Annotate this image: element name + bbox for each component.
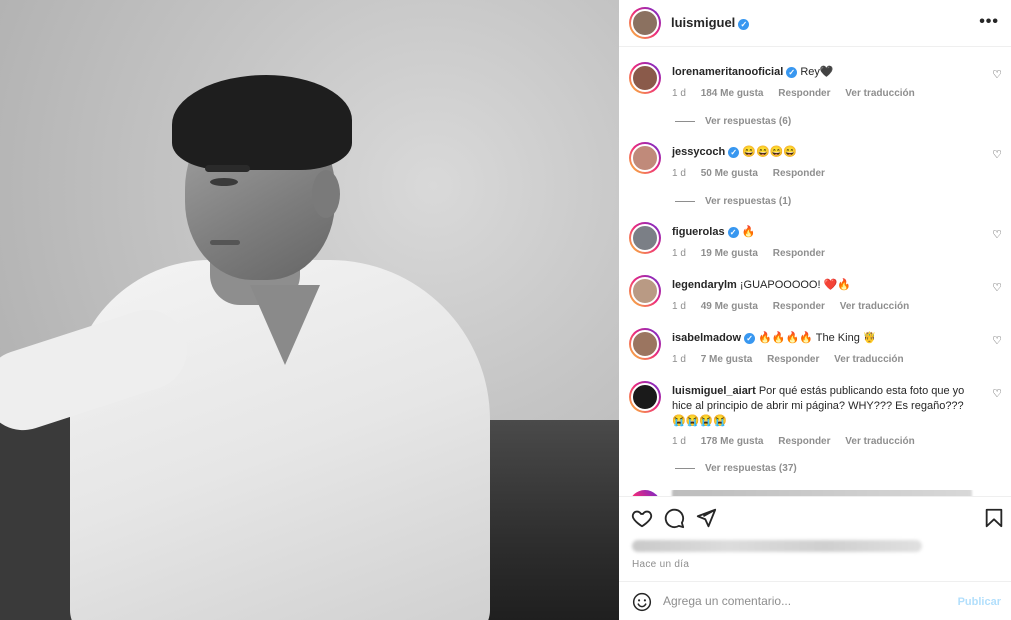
author-username[interactable]: luismiguel ✓ xyxy=(671,15,750,30)
post-header: luismiguel ✓ ••• xyxy=(619,0,1011,47)
photo-collar xyxy=(250,285,320,365)
bookmark-icon[interactable] xyxy=(983,507,1005,529)
comment-likes[interactable]: 184 Me gusta xyxy=(701,88,764,99)
post-photo[interactable] xyxy=(0,0,619,620)
likes-summary-blurred xyxy=(632,540,922,556)
comment-avatar[interactable] xyxy=(629,328,661,360)
comment-like-heart-icon[interactable]: ♡ xyxy=(992,334,1002,347)
reply-button[interactable]: Responder xyxy=(778,436,830,447)
post-action-bar xyxy=(619,496,1011,536)
heart-icon[interactable] xyxy=(631,507,653,529)
translate-button[interactable]: Ver traducción xyxy=(840,301,909,312)
comment-likes[interactable]: 19 Me gusta xyxy=(701,248,758,259)
more-horizontal-icon[interactable]: ••• xyxy=(979,13,999,31)
comment-likes[interactable]: 49 Me gusta xyxy=(701,301,758,312)
comment-avatar[interactable] xyxy=(629,62,661,94)
comment-like-heart-icon[interactable]: ♡ xyxy=(992,68,1002,81)
publish-button[interactable]: Publicar xyxy=(958,596,1001,608)
view-replies-button[interactable]: Ver respuestas (6) xyxy=(675,116,791,127)
comment-username[interactable]: luismiguel_aiart xyxy=(672,385,756,397)
comment-avatar[interactable] xyxy=(629,275,661,307)
reply-button[interactable]: Responder xyxy=(778,88,830,99)
post-side-panel: luismiguel ✓ ••• lorenameritanooficial ✓ R… xyxy=(619,0,1011,620)
comments-list[interactable]: lorenameritanooficial ✓ Rey🖤 1 d 184 Me g… xyxy=(619,48,1011,496)
comment-input[interactable] xyxy=(663,590,943,612)
photo-hair xyxy=(172,75,352,170)
photo-ear xyxy=(312,170,340,218)
photo-brow xyxy=(205,165,250,172)
photo-eye xyxy=(210,178,238,186)
verified-badge-icon: ✓ xyxy=(738,19,750,30)
comment-meta: 1 d 19 Me gusta Responder xyxy=(672,248,825,259)
verified-badge-icon: ✓ xyxy=(728,147,740,158)
comment-username[interactable]: lorenameritanooficial xyxy=(672,66,783,78)
translate-button[interactable]: Ver traducción xyxy=(834,354,903,365)
comment-text: lorenameritanooficial ✓ Rey🖤 xyxy=(672,66,834,78)
reply-button[interactable]: Responder xyxy=(773,301,825,312)
view-replies-button[interactable]: Ver respuestas (37) xyxy=(675,463,797,474)
reply-button[interactable]: Responder xyxy=(767,354,819,365)
comment-icon[interactable] xyxy=(663,507,685,529)
comment-avatar[interactable] xyxy=(629,222,661,254)
send-icon[interactable] xyxy=(695,507,717,529)
comment-likes[interactable]: 7 Me gusta xyxy=(701,354,753,365)
comment-like-heart-icon[interactable]: ♡ xyxy=(992,228,1002,241)
comment-like-heart-icon[interactable]: ♡ xyxy=(992,148,1002,161)
comment-avatar[interactable] xyxy=(629,142,661,174)
comment-text: jessycoch ✓ 😄😄😄😄 xyxy=(672,146,798,158)
post-timestamp: Hace un día xyxy=(632,559,690,570)
add-comment-bar: Publicar xyxy=(619,581,1011,620)
comment-text: legendarylm ¡GUAPOOOOO! ❤️🔥 xyxy=(672,279,852,291)
comment-username[interactable]: legendarylm xyxy=(672,279,737,291)
comment-likes[interactable]: 50 Me gusta xyxy=(701,168,758,179)
translate-button[interactable]: Ver traducción xyxy=(845,436,914,447)
view-replies-button[interactable]: Ver respuestas (1) xyxy=(675,196,791,207)
verified-badge-icon: ✓ xyxy=(786,67,798,78)
verified-badge-icon: ✓ xyxy=(744,333,756,344)
comment-meta: 1 d 49 Me gusta Responder Ver traducción xyxy=(672,301,910,312)
comment-username[interactable]: jessycoch xyxy=(672,146,725,158)
reply-button[interactable]: Responder xyxy=(773,248,825,259)
comment-likes[interactable]: 178 Me gusta xyxy=(701,436,764,447)
comment-meta: 1 d 184 Me gusta Responder Ver traducció… xyxy=(672,88,915,99)
comment-like-heart-icon[interactable]: ♡ xyxy=(992,281,1002,294)
comment-text: luismiguel_aiart Por qué estás publicand… xyxy=(672,385,965,427)
smile-icon[interactable] xyxy=(632,592,652,612)
verified-badge-icon: ✓ xyxy=(727,227,739,238)
comment-meta: 1 d 178 Me gusta Responder Ver traducció… xyxy=(672,436,915,447)
author-avatar[interactable] xyxy=(629,7,661,39)
reply-button[interactable]: Responder xyxy=(773,168,825,179)
comment-meta: 1 d 50 Me gusta Responder xyxy=(672,168,825,179)
comment-meta: 1 d 7 Me gusta Responder Ver traducción xyxy=(672,354,904,365)
comment-text: figuerolas ✓ 🔥 xyxy=(672,226,756,238)
comment-username[interactable]: figuerolas xyxy=(672,226,725,238)
photo-mouth xyxy=(210,240,240,245)
comment-like-heart-icon[interactable]: ♡ xyxy=(992,387,1002,400)
comment-avatar[interactable] xyxy=(629,381,661,413)
translate-button[interactable]: Ver traducción xyxy=(845,88,914,99)
comment-username[interactable]: isabelmadow xyxy=(672,332,741,344)
comment-text: isabelmadow ✓ 🔥🔥🔥🔥 The King 🤴 xyxy=(672,332,877,344)
